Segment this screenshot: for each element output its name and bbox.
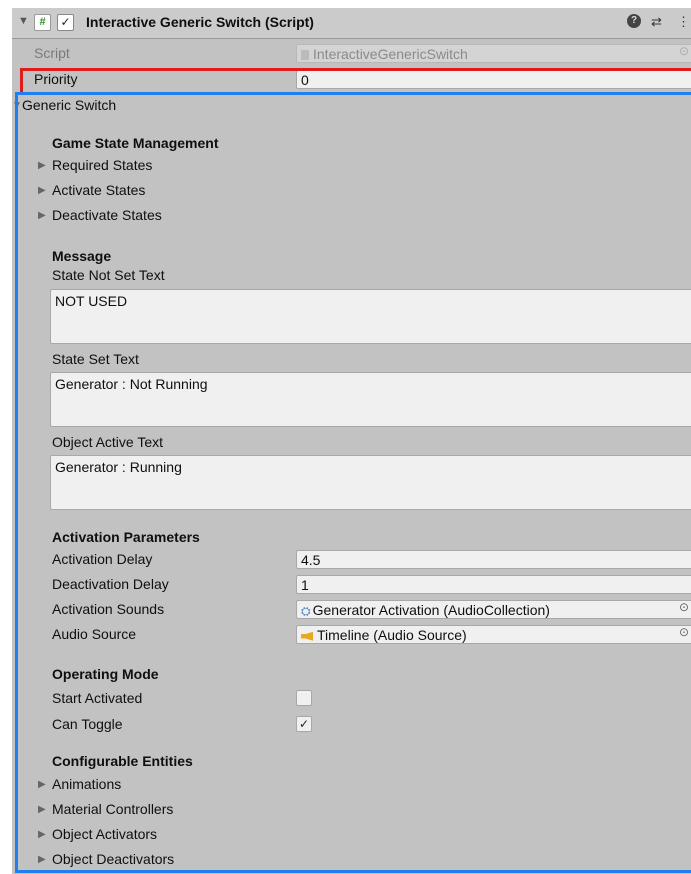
operating-mode-title: Operating Mode bbox=[52, 666, 159, 682]
collapsed-arrow-icon[interactable]: ▶ bbox=[38, 804, 46, 815]
object-activators-foldout[interactable]: ▶ Object Activators bbox=[12, 823, 691, 847]
script-field[interactable]: InteractiveGenericSwitch bbox=[296, 44, 691, 63]
help-icon[interactable]: ? bbox=[627, 14, 641, 28]
start-activated-checkbox[interactable] bbox=[296, 690, 312, 706]
audio-source-value: Timeline (Audio Source) bbox=[317, 627, 467, 643]
object-active-textarea[interactable]: Generator : Running bbox=[50, 455, 691, 510]
foldout-label: Required States bbox=[52, 157, 153, 173]
collapsed-arrow-icon[interactable]: ▶ bbox=[38, 160, 46, 171]
state-set-label: State Set Text bbox=[52, 351, 139, 367]
deactivation-delay-input[interactable]: 1 bbox=[296, 575, 691, 594]
script-row: Script InteractiveGenericSwitch ⊙ bbox=[12, 42, 691, 66]
audio-source-field[interactable]: Timeline (Audio Source) bbox=[296, 625, 691, 644]
component-title: Interactive Generic Switch (Script) bbox=[86, 14, 314, 30]
state-set-textarea[interactable]: Generator : Not Running bbox=[50, 372, 691, 427]
can-toggle-checkbox[interactable]: ✓ bbox=[296, 716, 312, 732]
activation-sounds-value: Generator Activation (AudioCollection) bbox=[312, 602, 550, 618]
state-not-set-textarea[interactable]: NOT USED bbox=[50, 289, 691, 344]
deactivation-delay-row: Deactivation Delay 1 bbox=[12, 573, 691, 597]
foldout-label: Material Controllers bbox=[52, 801, 174, 817]
expanded-arrow-icon[interactable]: ▼ bbox=[12, 100, 22, 111]
material-controllers-foldout[interactable]: ▶ Material Controllers bbox=[12, 798, 691, 822]
message-title: Message bbox=[52, 248, 112, 264]
collapsed-arrow-icon[interactable]: ▶ bbox=[38, 779, 46, 790]
foldout-label: Object Activators bbox=[52, 826, 158, 842]
activation-sounds-row: Activation Sounds ⛭ Generator Activation … bbox=[12, 598, 691, 622]
foldout-label: Animations bbox=[52, 776, 122, 792]
inspector-panel: ▼ # ✓ Interactive Generic Switch (Script… bbox=[12, 8, 691, 874]
script-field-value: InteractiveGenericSwitch bbox=[313, 46, 468, 62]
object-picker-icon[interactable]: ⊙ bbox=[677, 625, 691, 639]
activation-sounds-label: Activation Sounds bbox=[52, 601, 165, 617]
start-activated-row: Start Activated bbox=[12, 687, 691, 711]
deactivation-delay-label: Deactivation Delay bbox=[52, 576, 169, 592]
deactivate-states-foldout[interactable]: ▶ Deactivate States bbox=[12, 204, 691, 228]
generic-switch-foldout[interactable]: ▼ Generic Switch bbox=[12, 94, 691, 118]
required-states-foldout[interactable]: ▶ Required States bbox=[12, 154, 691, 178]
object-deactivators-foldout[interactable]: ▶ Object Deactivators bbox=[12, 848, 691, 872]
collapsed-arrow-icon[interactable]: ▶ bbox=[38, 854, 46, 865]
activation-title: Activation Parameters bbox=[52, 529, 200, 545]
animations-foldout[interactable]: ▶ Animations bbox=[12, 773, 691, 797]
audio-source-row: Audio Source Timeline (Audio Source) ⊙ bbox=[12, 623, 691, 647]
activation-delay-label: Activation Delay bbox=[52, 551, 153, 567]
priority-input[interactable]: 0 bbox=[296, 70, 691, 89]
activation-delay-row: Activation Delay 4.5 bbox=[12, 548, 691, 572]
configurable-entities-title: Configurable Entities bbox=[52, 753, 193, 769]
foldout-label: Activate States bbox=[52, 182, 146, 198]
can-toggle-row: Can Toggle ✓ bbox=[12, 713, 691, 737]
script-icon: # bbox=[34, 14, 51, 31]
priority-row: Priority 0 bbox=[12, 68, 691, 92]
collapsed-arrow-icon[interactable]: ▶ bbox=[38, 210, 46, 221]
audio-source-label: Audio Source bbox=[52, 626, 137, 642]
script-file-icon bbox=[301, 50, 309, 61]
script-label: Script bbox=[34, 45, 70, 61]
audio-collection-icon: ⛭ bbox=[301, 604, 311, 618]
collapsed-arrow-icon[interactable]: ▶ bbox=[38, 185, 46, 196]
object-active-label: Object Active Text bbox=[52, 434, 164, 450]
foldout-label: Deactivate States bbox=[52, 207, 162, 223]
start-activated-label: Start Activated bbox=[52, 690, 143, 706]
foldout-label: Object Deactivators bbox=[52, 851, 175, 867]
priority-label: Priority bbox=[34, 71, 78, 87]
object-picker-icon[interactable]: ⊙ bbox=[677, 600, 691, 614]
component-enabled-checkbox[interactable]: ✓ bbox=[57, 14, 74, 31]
generic-switch-label: Generic Switch bbox=[22, 97, 117, 113]
activate-states-foldout[interactable]: ▶ Activate States bbox=[12, 179, 691, 203]
game-state-title: Game State Management bbox=[52, 135, 219, 151]
object-picker-icon[interactable]: ⊙ bbox=[677, 44, 691, 58]
state-not-set-label: State Not Set Text bbox=[52, 267, 165, 283]
speaker-icon bbox=[301, 631, 313, 641]
activation-sounds-field[interactable]: ⛭ Generator Activation (AudioCollection) bbox=[296, 600, 691, 619]
collapsed-arrow-icon[interactable]: ▶ bbox=[38, 829, 46, 840]
context-menu-icon[interactable]: ⋮ bbox=[677, 14, 690, 30]
collapse-arrow-icon[interactable]: ▼ bbox=[18, 15, 29, 27]
can-toggle-label: Can Toggle bbox=[52, 716, 123, 732]
activation-delay-input[interactable]: 4.5 bbox=[296, 550, 691, 569]
component-header[interactable]: ▼ # ✓ Interactive Generic Switch (Script… bbox=[12, 8, 691, 39]
preset-icon[interactable]: ⇄ bbox=[651, 14, 662, 30]
